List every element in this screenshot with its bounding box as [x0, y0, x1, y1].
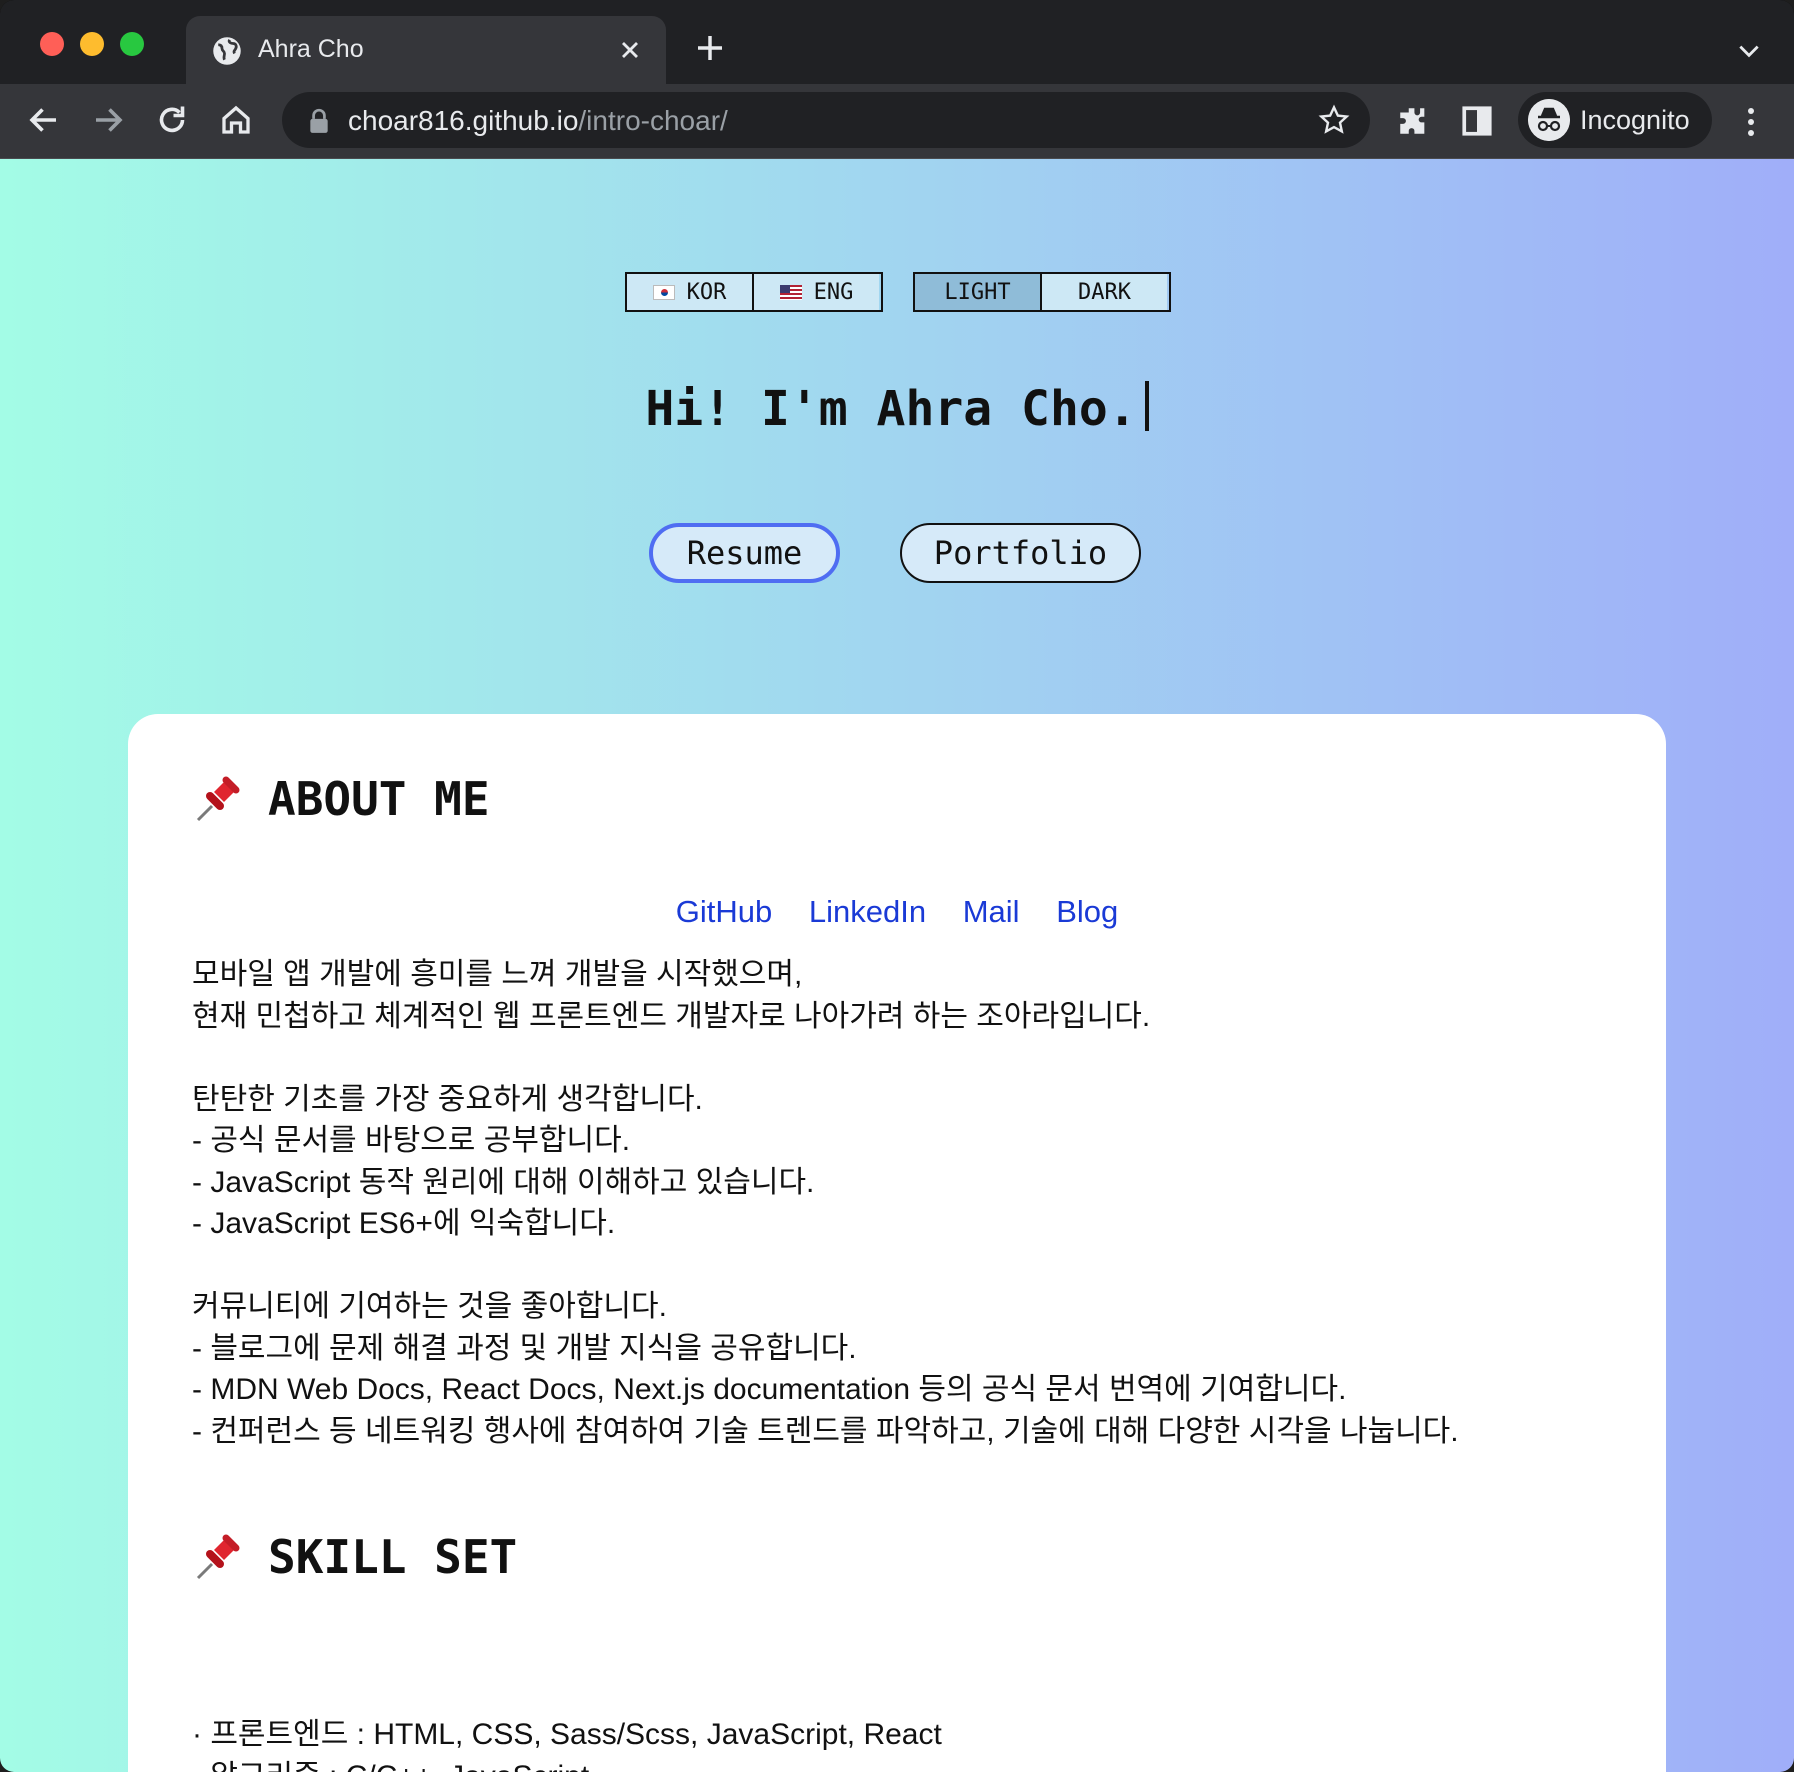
theme-light-label: LIGHT	[944, 279, 1011, 305]
url-path: /intro-choar/	[578, 105, 728, 136]
about-heading: ABOUT ME	[192, 772, 490, 826]
skills-heading: SKILL SET	[192, 1530, 517, 1584]
about-line: 현재 민첩하고 체계적인 웹 프론트엔드 개발자로 나아가려 하는 조아라입니다…	[192, 999, 1151, 1033]
skills-heading-text: SKILL SET	[268, 1530, 518, 1584]
theme-toggle: LIGHT DARK	[913, 272, 1171, 312]
tab-title: Ahra Cho	[258, 35, 364, 63]
us-flag-icon	[779, 284, 802, 300]
lang-eng-label: ENG	[813, 279, 854, 305]
hero-title: Hi! I'm Ahra Cho.	[0, 381, 1794, 437]
browser-window: Ahra Cho choar816.github.io/intro-choar/…	[0, 0, 1794, 1772]
more-menu-icon[interactable]	[1736, 104, 1766, 140]
about-line: - 공식 문서를 바탕으로 공부합니다.	[192, 1124, 631, 1157]
incognito-icon	[1528, 99, 1570, 141]
content-card: ABOUT ME GitHub LinkedIn Mail Blog 모바일 앱…	[128, 714, 1666, 1772]
active-tab[interactable]: Ahra Cho	[186, 16, 666, 84]
typing-caret	[1144, 381, 1149, 431]
resume-button[interactable]: Resume	[649, 523, 840, 583]
tab-strip: Ahra Cho	[0, 0, 1794, 84]
forward-arrow-icon[interactable]	[90, 102, 126, 138]
portfolio-button[interactable]: Portfolio	[900, 523, 1141, 583]
kr-flag-icon	[652, 284, 675, 300]
about-line: - MDN Web Docs, React Docs, Next.js docu…	[192, 1373, 1347, 1406]
minimize-window-button[interactable]	[80, 32, 104, 56]
bookmark-star-icon[interactable]	[1318, 104, 1350, 136]
lang-eng-button[interactable]: ENG	[752, 274, 879, 310]
about-description: 모바일 앱 개발에 흥미를 느껴 개발을 시작했으며, 현재 민첩하고 체계적인…	[192, 954, 1592, 1452]
about-line: - JavaScript ES6+에 익숙합니다.	[192, 1207, 616, 1240]
incognito-indicator[interactable]: Incognito	[1518, 92, 1712, 148]
page-viewport: KOR ENG LIGHT DARK Hi! I'm Ahra Cho. Res…	[0, 159, 1794, 1772]
github-link[interactable]: GitHub	[676, 894, 772, 929]
skills-list: · 프론트엔드 : HTML, CSS, Sass/Scss, JavaScri…	[192, 1714, 1592, 1772]
address-bar[interactable]: choar816.github.io/intro-choar/	[282, 92, 1370, 148]
home-icon[interactable]	[218, 102, 254, 138]
about-line: - 블로그에 문제 해결 과정 및 개발 지식을 공유합니다.	[192, 1331, 857, 1365]
mail-link[interactable]: Mail	[963, 894, 1020, 929]
about-line: 커뮤니티에 기여하는 것을 좋아합니다.	[192, 1290, 667, 1323]
lock-icon[interactable]	[308, 108, 330, 134]
linkedin-link[interactable]: LinkedIn	[809, 894, 926, 929]
about-line: - 컨퍼런스 등 네트워킹 행사에 참여하여 기술 트렌드를 파악하고, 기술에…	[192, 1414, 1459, 1448]
lang-kor-label: KOR	[686, 279, 727, 305]
chevron-down-icon[interactable]	[1736, 38, 1762, 64]
extensions-puzzle-icon[interactable]	[1396, 104, 1430, 138]
new-tab-icon[interactable]	[694, 32, 726, 64]
close-window-button[interactable]	[40, 32, 64, 56]
theme-dark-label: DARK	[1078, 279, 1131, 305]
pushpin-icon	[196, 1534, 240, 1580]
skill-item: · 알고리즘 : C/C++, JavaScript	[192, 1756, 1592, 1772]
social-links: GitHub LinkedIn Mail Blog	[128, 894, 1666, 930]
browser-toolbar: choar816.github.io/intro-choar/ Incognit…	[0, 84, 1794, 159]
lang-kor-button[interactable]: KOR	[627, 274, 752, 310]
url-host: choar816.github.io	[348, 105, 579, 136]
close-tab-icon[interactable]	[616, 36, 644, 64]
back-arrow-icon[interactable]	[26, 102, 62, 138]
skill-item: · 프론트엔드 : HTML, CSS, Sass/Scss, JavaScri…	[192, 1718, 942, 1751]
side-panel-icon[interactable]	[1460, 104, 1494, 138]
reload-icon[interactable]	[154, 102, 190, 138]
about-line: 탄탄한 기초를 가장 중요하게 생각합니다.	[192, 1082, 703, 1116]
incognito-label: Incognito	[1580, 105, 1690, 135]
globe-icon	[213, 37, 241, 65]
about-line: 모바일 앱 개발에 흥미를 느껴 개발을 시작했으며,	[192, 958, 803, 991]
pushpin-icon	[196, 776, 240, 822]
blog-link[interactable]: Blog	[1056, 894, 1118, 929]
hero-title-text: Hi! I'm Ahra Cho.	[645, 381, 1137, 437]
about-line: - JavaScript 동작 원리에 대해 이해하고 있습니다.	[192, 1165, 815, 1199]
about-heading-text: ABOUT ME	[268, 772, 490, 826]
theme-light-button[interactable]: LIGHT	[915, 274, 1040, 310]
maximize-window-button[interactable]	[120, 32, 144, 56]
theme-dark-button[interactable]: DARK	[1040, 274, 1167, 310]
url-text: choar816.github.io/intro-choar/	[348, 105, 728, 137]
language-toggle: KOR ENG	[625, 272, 883, 312]
